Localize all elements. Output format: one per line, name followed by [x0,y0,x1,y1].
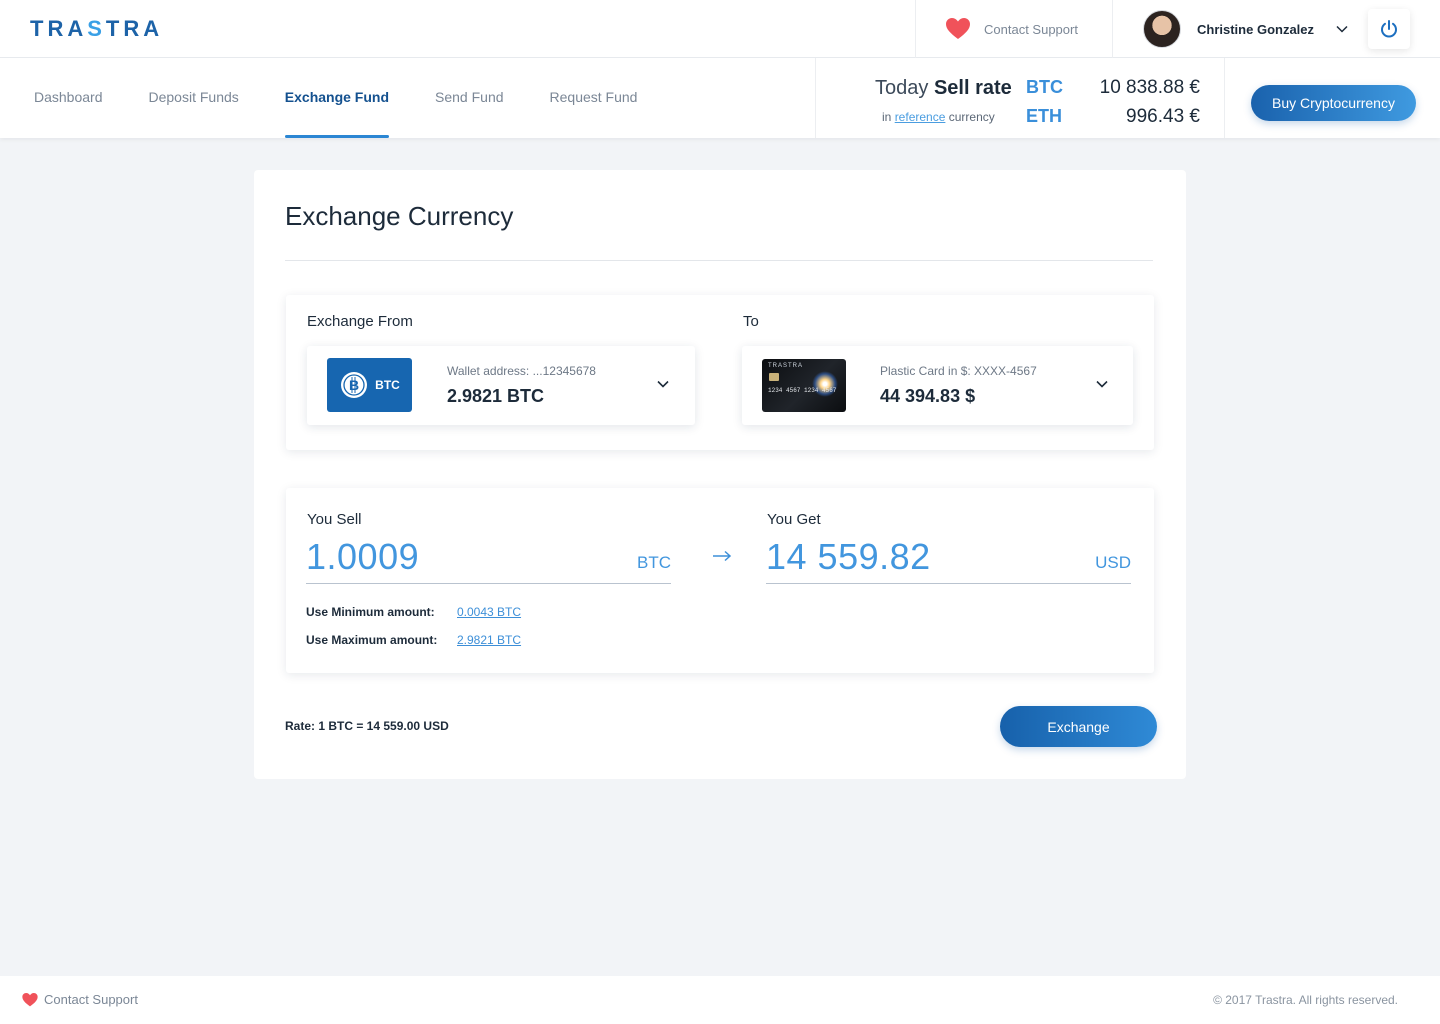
tab-request-fund[interactable]: Request Fund [550,58,638,138]
trastra-logo[interactable]: TRASTRA [30,16,163,42]
to-card-selector[interactable]: TRASTRA 1234 4567 1234 4567 Plastic Card… [742,346,1133,425]
sell-rate-title-bold: Sell rate [933,77,1012,99]
nav-tabs: Dashboard Deposit Funds Exchange Fund Se… [34,58,683,138]
exchange-from-label: Exchange From [307,313,413,330]
page-title: Exchange Currency [285,201,514,231]
title-divider [285,260,1153,261]
card-chip [769,373,779,381]
footer-contact-support-label: Contact Support [44,992,138,1007]
wallet-address: Wallet address: ...12345678 [447,364,596,378]
arrow-right-icon [713,550,732,562]
get-currency: USD [1095,553,1131,572]
maximum-amount-link[interactable]: 2.9821 BTC [457,633,521,647]
chevron-down-icon [1336,25,1348,33]
btc-badge-label: BTC [375,378,400,392]
get-amount-value: 14 559.82 [766,536,931,577]
footer-contact-support-link[interactable]: Contact Support [22,992,138,1007]
tab-send-fund[interactable]: Send Fund [435,58,504,138]
you-sell-label: You Sell [307,511,362,528]
footer: Contact Support © 2017 Trastra. All righ… [0,976,1440,1024]
maximum-amount-row: Use Maximum amount: 2.9821 BTC [306,633,521,647]
chevron-down-icon[interactable] [657,380,669,388]
tab-dashboard[interactable]: Dashboard [34,58,103,138]
sell-rate-sub-post: currency [948,110,995,124]
top-bar: TRASTRA Contact Support Christine Gonzal… [0,0,1440,58]
get-amount-input[interactable]: 14 559.82 USD [766,536,1131,584]
card-number-text: 1234 4567 1234 4567 [768,387,837,394]
sell-currency: BTC [637,553,671,572]
tab-exchange-fund[interactable]: Exchange Fund [284,58,390,138]
svg-text:B: B [349,377,359,393]
heart-icon [22,992,38,1006]
buy-cryptocurrency-button[interactable]: Buy Cryptocurrency [1251,85,1416,121]
wallet-balance: 2.9821 BTC [447,386,545,406]
nav-bar: Dashboard Deposit Funds Exchange Fund Se… [0,58,1440,138]
logout-button[interactable] [1368,9,1410,49]
minimum-amount-link[interactable]: 0.0043 BTC [457,605,521,619]
sell-rate-title: Today Sell rate [875,77,1012,100]
card-description: Plastic Card in $: XXXX-4567 [880,364,1037,378]
sell-amount-value: 1.0009 [306,536,420,577]
logo-text-accent: S [87,16,106,41]
logo-text-post: TRA [105,16,164,41]
exchange-amount-panel: You Sell You Get 1.0009 BTC 14 559.82 US… [286,488,1154,673]
sell-rate-sub-pre: in [882,110,892,124]
card-balance: 44 394.83 $ [880,386,976,406]
rate-value-btc: 10 838.88 € [1099,77,1200,98]
card-brand-text: TRASTRA [768,363,804,369]
contact-support-label: Contact Support [984,21,1078,37]
exchange-rate-text: Rate: 1 BTC = 14 559.00 USD [285,719,449,733]
you-get-label: You Get [767,511,821,528]
from-wallet-selector[interactable]: B BTC Wallet address: ...12345678 2.9821… [307,346,695,425]
contact-support-link[interactable]: Contact Support [915,0,1113,58]
bitcoin-icon: B [341,372,368,398]
plastic-card-image: TRASTRA 1234 4567 1234 4567 [762,359,846,412]
tab-deposit-funds[interactable]: Deposit Funds [149,58,239,138]
rate-value-eth: 996.43 € [1126,106,1200,127]
minimum-amount-row: Use Minimum amount: 0.0043 BTC [306,605,521,619]
exchange-card: Exchange Currency Exchange From To B BTC… [254,170,1186,779]
avatar [1143,10,1181,48]
sell-rate-panel: Today Sell rate in reference currency BT… [815,58,1225,138]
reference-link[interactable]: reference [895,110,946,124]
sell-rate-subtitle: in reference currency [882,110,995,124]
copyright-text: © 2017 Trastra. All rights reserved. [1213,993,1398,1007]
btc-wallet-badge: B BTC [327,358,412,412]
sell-rate-title-pre: Today [875,77,929,99]
maximum-amount-label: Use Maximum amount: [306,633,438,647]
power-icon [1381,20,1397,38]
sell-amount-input[interactable]: 1.0009 BTC [306,536,671,584]
chevron-down-icon[interactable] [1096,380,1108,388]
exchange-source-panel: Exchange From To B BTC Wallet address: .… [286,295,1154,450]
user-menu[interactable]: Christine Gonzalez [1143,10,1348,48]
minimum-amount-label: Use Minimum amount: [306,605,435,619]
logo-text-pre: TRA [30,16,88,41]
rate-currency-eth: ETH [1026,106,1062,126]
exchange-button[interactable]: Exchange [1000,706,1157,747]
exchange-to-label: To [743,313,759,330]
heart-icon [946,18,970,39]
rate-currency-btc: BTC [1026,77,1063,97]
user-name: Christine Gonzalez [1197,21,1315,37]
